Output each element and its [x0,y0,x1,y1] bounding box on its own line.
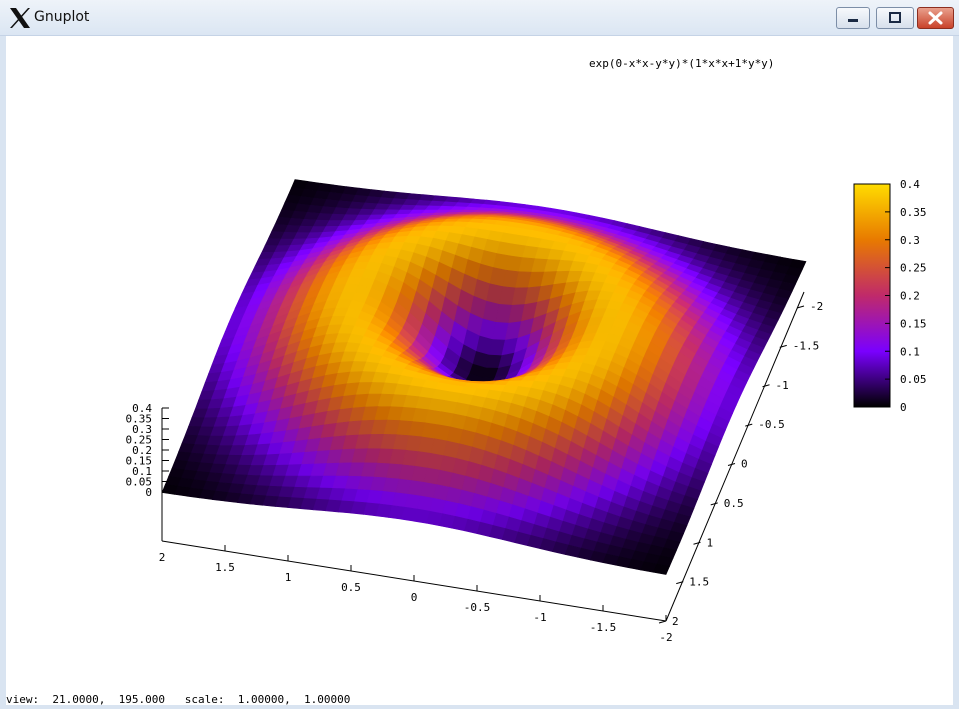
z-axis-tick-label: 0 [145,486,152,499]
colorbar-tick-label: 0.1 [900,345,920,358]
y-axis-tick-mark [762,384,770,388]
y-axis-tick-label: -2 [810,300,823,313]
chart-title: exp(0-x*x-y*y)*(1*x*x+1*y*y) [589,57,774,70]
y-axis-tick-label: -0.5 [758,418,785,431]
y-axis-tick-mark [693,541,701,545]
colorbar-tick-label: 0.4 [900,178,920,191]
colorbar-tick-label: 0.2 [900,290,920,303]
y-axis-tick-mark [658,620,667,624]
x-axis-tick-label: 2 [159,551,166,564]
x-axis-tick-label: -2 [659,631,672,644]
colorbar-ticks: 0.4 0.35 0.3 0.25 0.2 0.15 0.1 0.05 0 [885,178,927,414]
y-axis-tick-label: 0.5 [724,497,744,510]
colorbar [853,183,891,408]
colorbar-tick-label: 0 [900,401,907,414]
y-axis-tick-label: -1 [776,379,789,392]
y-axis-tick-label: 2 [672,615,679,628]
plot-canvas[interactable]: exp(0-x*x-y*y)*(1*x*x+1*y*y) 2 1.5 1 0.5 0 -0… [0,0,959,709]
x-axis-tick-label: -1 [533,611,546,624]
colorbar-tick-label: 0.25 [900,262,927,275]
status-bar-text: view: 21.0000, 195.000 scale: 1.00000, 1… [6,693,351,706]
colorbar-tick-label: 0.05 [900,373,927,386]
x-axis-tick-label: -0.5 [464,601,491,614]
colorbar-tick-label: 0.15 [900,317,927,330]
x-axis-tick-label: -1.5 [590,621,617,634]
colorbar-tick-label: 0.3 [900,234,920,247]
y-axis-tick-label: 0 [741,458,748,471]
surface-plot [161,179,807,575]
x-axis-tick-label: 1.5 [215,561,235,574]
y-axis-tick-label: -1.5 [793,339,820,352]
x-axis-tick-label: 1 [285,571,292,584]
y-axis-tick-mark [710,502,718,506]
x-axis-tick-label: 0.5 [341,581,361,594]
y-axis-tick-label: 1.5 [689,576,709,589]
x-axis-tick-label: 0 [411,591,418,604]
y-axis-tick-label: 1 [707,536,714,549]
colorbar-tick-label: 0.35 [900,206,927,219]
